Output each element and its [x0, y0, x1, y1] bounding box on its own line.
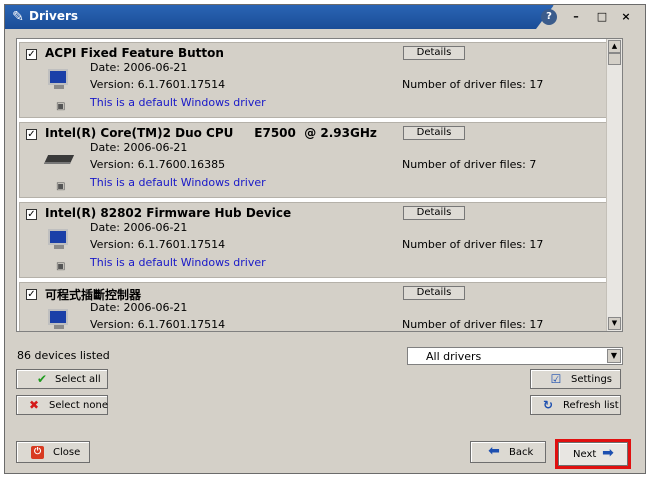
drivers-window: ✎ Drivers ? – □ × ✓ ACPI Fixed Feature B…	[4, 4, 646, 474]
driver-filter-select[interactable]: All drivers ▼	[407, 347, 623, 365]
details-button[interactable]: Details	[403, 206, 465, 220]
certificate-icon: ▣	[56, 101, 66, 112]
title-bar: ✎ Drivers ? – □ ×	[5, 5, 645, 29]
close-label: Close	[53, 447, 81, 458]
minimize-button[interactable]: –	[568, 9, 584, 25]
settings-label: Settings	[571, 374, 613, 385]
details-button[interactable]: Details	[403, 286, 465, 300]
driver-date: Date: 2006-06-21	[90, 61, 188, 74]
select-all-button[interactable]: ✔ Select all	[16, 369, 108, 389]
driver-version: Version: 6.1.7601.17514	[90, 238, 226, 251]
close-button[interactable]: ⏻ Close	[16, 441, 90, 463]
driver-file-count: Number of driver files: 17	[402, 238, 544, 251]
driver-name: Intel(R) 82802 Firmware Hub Device	[45, 206, 292, 220]
scroll-down-icon[interactable]: ▼	[608, 317, 621, 330]
default-driver-note: This is a default Windows driver	[90, 256, 266, 269]
driver-file-count: Number of driver files: 7	[402, 158, 537, 171]
driver-date: Date: 2006-06-21	[90, 301, 188, 314]
cross-icon: ✖	[28, 398, 40, 412]
driver-name: Intel(R) Core(TM)2 Duo CPU E7500 @ 2.93G…	[45, 126, 377, 140]
back-button[interactable]: ⬅ Back	[470, 441, 546, 463]
driver-checkbox[interactable]: ✓	[26, 209, 37, 220]
next-button-highlight	[555, 439, 631, 469]
default-driver-note: This is a default Windows driver	[90, 176, 266, 189]
driver-version: Version: 6.1.7601.17514	[90, 318, 226, 331]
details-button[interactable]: Details	[403, 126, 465, 140]
driver-file-count: Number of driver files: 17	[402, 78, 544, 91]
close-window-button[interactable]: ×	[618, 9, 634, 25]
window-title: Drivers	[29, 9, 79, 23]
monitor-icon	[46, 309, 72, 331]
driver-version: Version: 6.1.7600.16385	[90, 158, 226, 171]
details-button[interactable]: Details	[403, 46, 465, 60]
scroll-up-icon[interactable]: ▲	[608, 40, 621, 53]
driver-checkbox[interactable]: ✓	[26, 289, 37, 300]
driver-name: ACPI Fixed Feature Button	[45, 46, 224, 60]
maximize-button[interactable]: □	[594, 9, 610, 25]
driver-entry: ✓ Intel(R) 82802 Firmware Hub Device ▣ D…	[19, 202, 607, 278]
select-none-button[interactable]: ✖ Select none	[16, 395, 108, 415]
scroll-thumb[interactable]	[608, 53, 621, 65]
select-none-label: Select none	[49, 400, 108, 411]
driver-list[interactable]: ✓ ACPI Fixed Feature Button ▣ Date: 2006…	[16, 38, 623, 332]
certificate-icon: ▣	[56, 261, 66, 272]
driver-filter-value: All drivers	[426, 350, 482, 363]
wrench-icon: ✎	[12, 9, 24, 25]
driver-checkbox[interactable]: ✓	[26, 49, 37, 60]
monitor-icon	[46, 69, 72, 91]
processor-icon	[43, 149, 75, 171]
select-all-label: Select all	[55, 374, 101, 385]
driver-version: Version: 6.1.7601.17514	[90, 78, 226, 91]
arrow-left-icon: ⬅	[488, 443, 500, 459]
back-label: Back	[509, 447, 534, 458]
driver-date: Date: 2006-06-21	[90, 141, 188, 154]
power-icon: ⏻	[31, 446, 44, 459]
settings-check-icon: ☑	[550, 372, 562, 386]
device-count-label: 86 devices listed	[17, 349, 110, 362]
driver-entry: ✓ ACPI Fixed Feature Button ▣ Date: 2006…	[19, 42, 607, 118]
default-driver-note: This is a default Windows driver	[90, 96, 266, 109]
driver-entry: ✓ Intel(R) Core(TM)2 Duo CPU E7500 @ 2.9…	[19, 122, 607, 198]
driver-date: Date: 2006-06-21	[90, 221, 188, 234]
list-scrollbar[interactable]: ▲ ▼	[606, 39, 622, 331]
chevron-down-icon[interactable]: ▼	[607, 349, 621, 363]
driver-checkbox[interactable]: ✓	[26, 129, 37, 140]
driver-file-count: Number of driver files: 17	[402, 318, 544, 331]
settings-button[interactable]: ☑ Settings	[530, 369, 621, 389]
monitor-icon	[46, 229, 72, 251]
refresh-icon: ↻	[542, 398, 554, 412]
refresh-label: Refresh list	[563, 400, 619, 411]
checkmark-icon: ✔	[36, 372, 48, 386]
driver-entry: ✓ 可程式插斷控制器 Date: 2006-06-21 Version: 6.1…	[19, 282, 607, 331]
certificate-icon: ▣	[56, 181, 66, 192]
help-icon[interactable]: ?	[541, 9, 557, 25]
refresh-list-button[interactable]: ↻ Refresh list	[530, 395, 621, 415]
window-controls: ? – □ ×	[536, 5, 645, 29]
